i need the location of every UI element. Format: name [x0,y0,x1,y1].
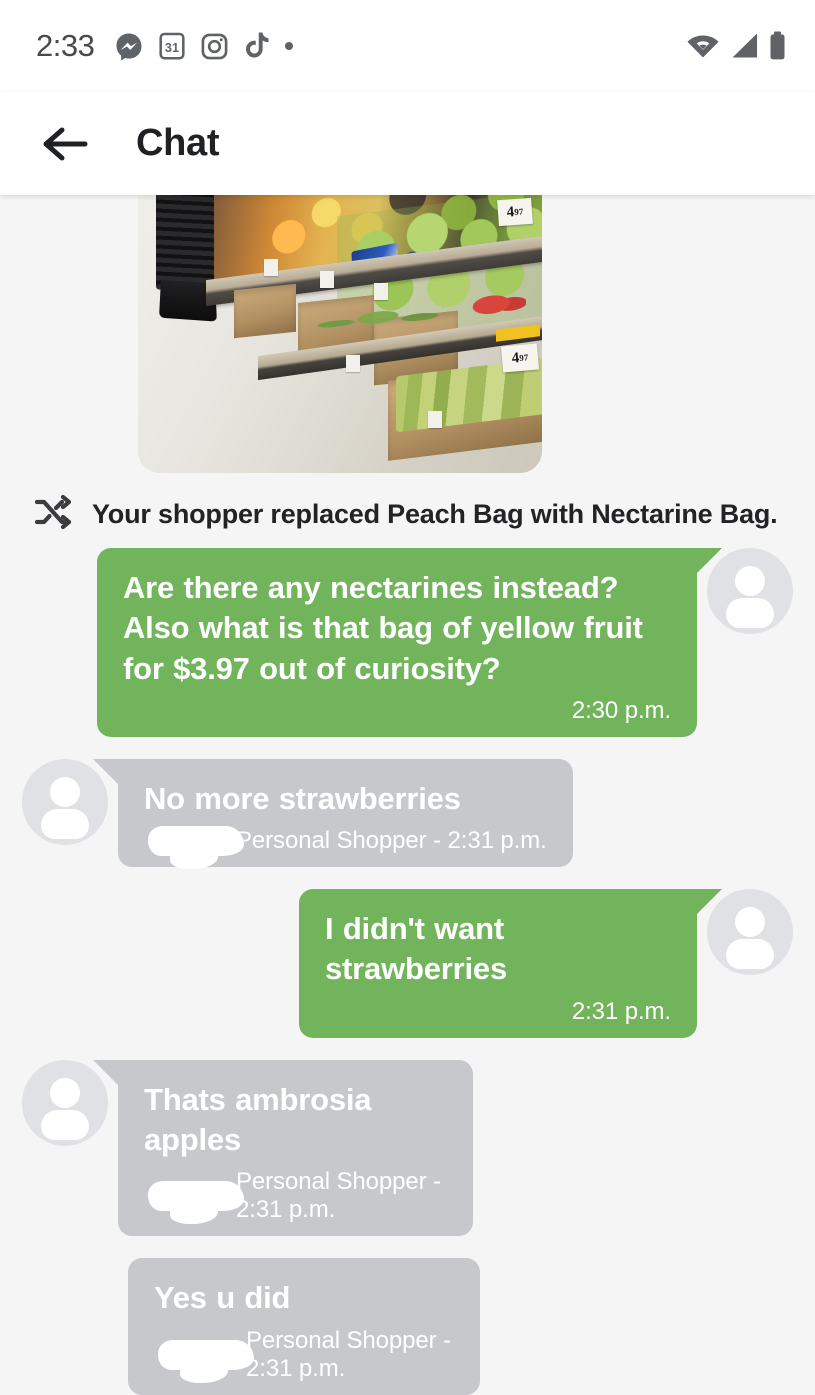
avatar [707,548,793,634]
avatar-body [41,808,89,839]
photo-price-cents: 97 [513,206,524,218]
messenger-icon [114,31,144,61]
photo-price-tag: 4 97 [497,197,533,227]
message-bubble-incoming[interactable]: Thats ambrosia apples Personal Shopper -… [93,1059,473,1237]
redaction-blob [148,826,244,870]
message-meta: Personal Shopper - 2:31 p.m. [246,1326,451,1382]
conversation-list[interactable]: 4 97 4 97 Your shopper replaced Peach Bag … [0,195,815,1395]
photo-shelf-tag [428,411,442,428]
message-text: Yes u did [154,1280,291,1316]
status-bar-left: 2:33 31 [36,28,686,64]
page-title: Chat [136,122,220,164]
message-meta-wrap: Personal Shopper - 2:31 p.m. [154,1327,454,1383]
message-row: I didn't want strawberries 2:31 p.m. [0,889,815,1038]
dot-icon [283,40,295,52]
avatar-body [726,598,774,628]
message-meta-wrap: Personal Shopper - 2:31 p.m. [144,1168,447,1225]
svg-text:31: 31 [165,41,179,55]
message-bubble-incoming[interactable]: Yes u did Personal Shopper - 2:31 p.m. [128,1258,480,1395]
photo-red-produce [468,283,526,325]
battery-icon [768,31,787,61]
photo-price-cents: 97 [518,352,529,364]
instagram-icon [200,32,229,61]
back-button[interactable] [36,115,94,173]
message-meta: Personal Shopper - 2:31 p.m. [236,1168,441,1224]
status-bar-right [686,31,787,61]
message-meta: Personal Shopper - 2:31 p.m. [236,827,547,855]
avatar-body [726,939,774,970]
message-row: Yes u did Personal Shopper - 2:31 p.m. [0,1258,815,1395]
redacted-sender-name: Personal Shopper - 2:31 p.m. [154,1327,454,1383]
message-row: No more strawberries Personal Shopper - … [0,758,815,870]
produce-aisle-photo: 4 97 4 97 [138,195,542,473]
message-text: Thats ambrosia apples [144,1081,372,1158]
message-meta-wrap: Personal Shopper - 2:31 p.m. [144,826,547,870]
status-bar: 2:33 31 [0,0,815,92]
photo-baskets [156,195,218,293]
message-text: No more strawberries [144,780,461,816]
photo-shelf-tag [320,271,334,288]
message-bubble-outgoing[interactable]: I didn't want strawberries 2:31 p.m. [299,889,722,1038]
system-notice-text: Your shopper replaced Peach Bag with Nec… [92,499,778,529]
photo-produce-box [234,283,296,339]
photo-shelf-tag [264,259,278,276]
photo-shelf-tag [374,283,388,300]
avatar [707,889,793,976]
avatar-body [41,1109,89,1140]
message-text: Are there any nectarines instead? Also w… [123,570,643,686]
swap-icon [34,494,72,534]
avatar-head [735,566,765,596]
message-bubble-incoming[interactable]: No more strawberries Personal Shopper - … [93,758,573,870]
redaction-blob [148,1181,244,1225]
redacted-sender-name: Personal Shopper - 2:31 p.m. [144,1168,447,1225]
avatar-head [50,776,80,807]
cell-signal-icon [729,32,759,60]
message-meta: 2:31 p.m. [571,997,671,1025]
redacted-sender-name: Personal Shopper - 2:31 p.m. [144,826,547,870]
photo-shelf-tag [346,355,360,372]
app-bar: Chat [0,92,815,195]
message-row: Thats ambrosia apples Personal Shopper -… [0,1059,815,1237]
back-arrow-icon [43,127,88,160]
calendar-icon: 31 [158,31,186,61]
system-replacement-notice: Your shopper replaced Peach Bag with Nec… [0,473,815,548]
message-meta: 2:30 p.m. [571,696,671,724]
message-row: Are there any nectarines instead? Also w… [0,548,815,737]
avatar-head [50,1077,80,1108]
photo-price-tag: 4 97 [500,343,540,373]
message-bubble-outgoing[interactable]: Are there any nectarines instead? Also w… [97,548,722,737]
wifi-icon [686,32,720,60]
tiktok-icon [243,31,269,61]
message-text: I didn't want strawberries [325,911,507,987]
message-photo-attachment[interactable]: 4 97 4 97 [138,195,542,473]
redaction-blob [158,1339,254,1383]
avatar-head [735,907,765,938]
status-time: 2:33 [36,28,95,63]
